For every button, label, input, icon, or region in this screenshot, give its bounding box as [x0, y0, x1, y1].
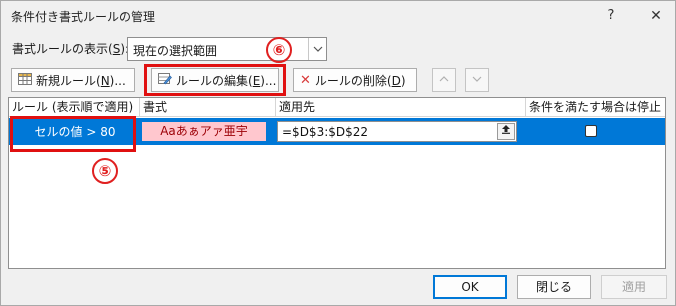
column-header-format[interactable]: 書式	[140, 98, 276, 117]
show-rules-selected-value: 現在の選択範囲	[133, 44, 218, 58]
move-up-button[interactable]	[432, 68, 456, 92]
window-title: 条件付き書式ルールの管理	[11, 10, 156, 24]
column-header-applies-to[interactable]: 適用先	[276, 98, 526, 117]
help-button[interactable]: ?	[597, 4, 625, 28]
annotation-step-5: ⑤	[92, 158, 118, 184]
show-rules-label: 書式ルールの表示(S):	[12, 42, 130, 56]
stop-if-true-checkbox[interactable]	[585, 125, 597, 137]
new-rule-button[interactable]: 新規ルール(N)...	[11, 68, 135, 92]
close-button[interactable]: 閉じる	[517, 275, 591, 299]
annotation-step-6: ⑥	[266, 37, 292, 63]
chevron-down-icon[interactable]	[308, 38, 326, 60]
column-header-stop-if-true[interactable]: 条件を満たす場合は停止	[526, 98, 665, 117]
applies-to-field[interactable]: =$D$3:$D$22	[277, 121, 517, 142]
edit-rule-highlight	[144, 64, 286, 96]
range-collapse-button[interactable]	[497, 123, 515, 140]
chevron-up-icon	[439, 74, 449, 85]
move-down-button[interactable]	[465, 68, 489, 92]
apply-button[interactable]: 適用	[601, 275, 667, 299]
title-bar: 条件付き書式ルールの管理 ? ✕	[1, 1, 675, 31]
close-window-button[interactable]: ✕	[641, 4, 671, 28]
collapse-arrow-icon	[502, 125, 510, 134]
ok-button[interactable]: OK	[433, 275, 507, 299]
delete-icon: ✕	[300, 72, 311, 88]
applies-to-value: =$D$3:$D$22	[282, 125, 369, 139]
new-rule-icon	[18, 72, 32, 88]
new-rule-label: 新規ルール(N)...	[36, 73, 126, 88]
rule-highlight	[10, 116, 136, 152]
show-rules-dropdown[interactable]: 現在の選択範囲	[127, 37, 327, 61]
column-header-rule[interactable]: ルール (表示順で適用)	[9, 98, 140, 117]
chevron-down-icon	[472, 74, 482, 85]
delete-rule-label: ルールの削除(D)	[314, 73, 406, 88]
format-preview: Aaあぁアァ亜宇	[142, 122, 266, 141]
delete-rule-button[interactable]: ✕ ルールの削除(D)	[293, 68, 417, 92]
